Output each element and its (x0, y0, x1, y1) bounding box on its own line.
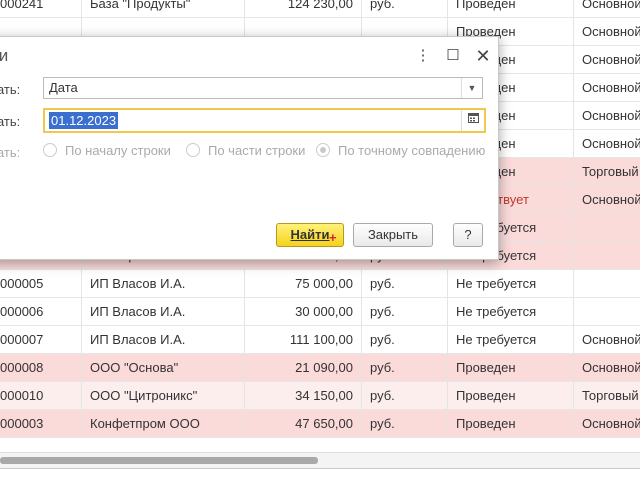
table-cell-currency: руб. (362, 354, 448, 381)
table-cell-num: 000005 (0, 270, 82, 297)
radio-match-exact[interactable]: По точному совпадению (316, 143, 485, 158)
close-button[interactable]: Закрыть (353, 223, 433, 247)
table-cell-sum: 21 090,00 (245, 354, 362, 381)
table-cell-warehouse: Основной (582, 192, 640, 207)
radio-circle-icon (186, 143, 200, 157)
status-strip (0, 468, 640, 481)
table-cell-sum: 30 000,00 (245, 298, 362, 325)
table-row[interactable]: 000241 База "Продукты" 124 230,00 руб. Прове… (0, 0, 640, 18)
table-cell-contractor: ИП Власов И.А. (82, 270, 245, 297)
table-cell-contractor: Конфетпром ООО (82, 410, 245, 437)
table-cell-currency: руб. (362, 382, 448, 409)
table-row[interactable]: 000006 ИП Власов И.А. 30 000,00 руб. Не треб… (0, 298, 640, 326)
radio-match-part-label: По части строки (208, 143, 306, 158)
more-menu-icon[interactable]: ⋮ (412, 45, 434, 67)
table-cell-warehouse (574, 214, 640, 241)
scrollbar-thumb[interactable] (0, 457, 318, 464)
radio-match-exact-label: По точному совпадению (338, 143, 486, 158)
table-cell-invoice: Не требуется (448, 326, 574, 353)
where-to-search-value: Дата (49, 80, 78, 95)
table-cell-sum: 34 150,00 (245, 382, 362, 409)
table-row[interactable]: 000007 ИП Власов И.А. 111 100,00 руб. Не тре… (0, 326, 640, 354)
table-cell-contractor: ИП Власов И.А. (82, 326, 245, 353)
table-cell-warehouse (574, 270, 640, 297)
mouse-cursor-icon: + (329, 230, 337, 245)
table-cell-currency: руб. (362, 298, 448, 325)
table-cell-warehouse: Основной (582, 416, 640, 431)
chevron-down-icon[interactable]: ▼ (461, 78, 482, 98)
table-row[interactable]: 000005 ИП Власов И.А. 75 000,00 руб. Не треб… (0, 270, 640, 298)
table-cell-contractor: База "Продукты" (82, 0, 245, 17)
table-cell-warehouse: Торговый (582, 388, 639, 403)
table-cell-warehouse (574, 242, 640, 269)
table-cell-warehouse: Основной (582, 80, 640, 95)
horizontal-scrollbar[interactable] (0, 452, 640, 469)
find-dialog: ти ⋮ ☐ ✕ кать: Дата ▼ кать: 01.12.2023 к… (0, 36, 499, 260)
where-to-search-select[interactable]: Дата ▼ (43, 77, 483, 99)
table-cell-invoice: Проведен (448, 410, 574, 437)
what-to-search-label: кать: (0, 114, 21, 129)
radio-match-start-label: По началу строки (65, 143, 171, 158)
table-cell-num: 000006 (0, 298, 82, 325)
radio-match-part[interactable]: По части строки (186, 143, 305, 158)
table-cell-warehouse (574, 298, 640, 325)
table-cell-invoice: Не требуется (448, 298, 574, 325)
table-cell-num: 000007 (0, 326, 82, 353)
table-cell-invoice: Проведен (448, 382, 574, 409)
dialog-title: ти (0, 46, 9, 65)
table-cell-num: 000008 (0, 354, 82, 381)
table-cell-invoice: Проведен (448, 354, 574, 381)
table-cell-sum: 75 000,00 (245, 270, 362, 297)
radio-match-start[interactable]: По началу строки (43, 143, 171, 158)
help-button[interactable]: ? (453, 223, 483, 247)
table-cell-currency: руб. (362, 0, 448, 17)
table-cell-currency: руб. (362, 410, 448, 437)
table-cell-warehouse: Основной (582, 24, 640, 39)
table-cell-contractor: ИП Власов И.А. (82, 298, 245, 325)
table-row[interactable]: 000010 ООО "Цитроникс" 34 150,00 руб. Провед… (0, 382, 640, 410)
where-to-search-label: кать: (0, 82, 21, 97)
table-cell-warehouse: Основной (582, 108, 640, 123)
table-cell-warehouse: Основной (582, 332, 640, 347)
what-to-search-value: 01.12.2023 (49, 112, 119, 129)
table-cell-num: 000010 (0, 382, 82, 409)
table-row[interactable]: 000008 ООО "Основа" 21 090,00 руб. Проведен О… (0, 354, 640, 382)
table-cell-warehouse: Основной (582, 52, 640, 67)
table-cell-invoice: Не требуется (448, 270, 574, 297)
table-cell-warehouse: Основной (582, 360, 640, 375)
table-cell-warehouse: Основной (582, 136, 640, 151)
table-cell-num: 000241 (0, 0, 82, 17)
table-cell-warehouse: Основной (582, 0, 640, 11)
table-cell-sum: 111 100,00 (245, 326, 362, 353)
find-button-label: Найти (290, 227, 330, 242)
maximize-icon[interactable]: ☐ (442, 45, 464, 67)
close-icon[interactable]: ✕ (472, 45, 494, 67)
table-cell-num: 000003 (0, 410, 82, 437)
radio-circle-icon (43, 143, 57, 157)
table-cell-currency: руб. (362, 270, 448, 297)
table-cell-sum: 124 230,00 (245, 0, 362, 17)
table-cell-warehouse: Торговый (582, 164, 639, 179)
how-to-search-label: кать: (0, 145, 21, 160)
table-cell-invoice: Проведен (448, 0, 574, 17)
table-cell-contractor: ООО "Цитроникс" (82, 382, 245, 409)
table-cell-contractor: ООО "Основа" (82, 354, 245, 381)
table-cell-currency: руб. (362, 326, 448, 353)
what-to-search-input[interactable]: 01.12.2023 (43, 108, 486, 133)
table-cell-sum: 47 650,00 (245, 410, 362, 437)
table-row[interactable]: 000003 Конфетпром ООО 47 650,00 руб. Проведе… (0, 410, 640, 438)
radio-selected-icon (316, 143, 330, 157)
calendar-icon[interactable] (461, 110, 484, 131)
